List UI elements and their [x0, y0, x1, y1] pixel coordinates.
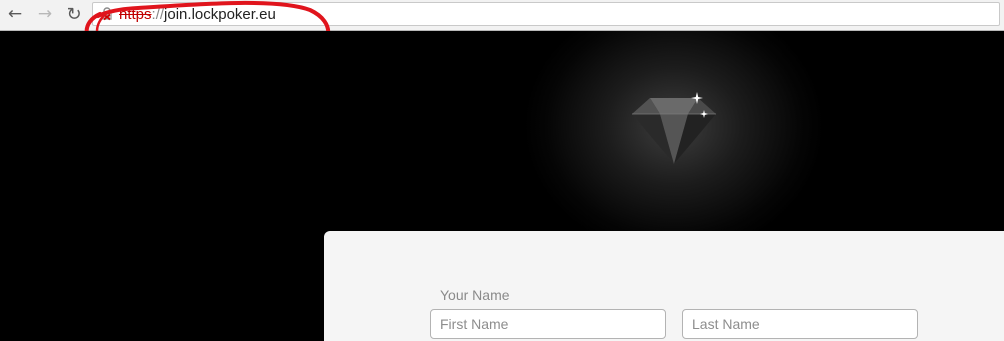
your-name-label: Your Name: [440, 287, 510, 303]
first-name-input[interactable]: [430, 309, 666, 339]
forward-arrow-icon: →: [37, 4, 53, 24]
reload-icon: ↻: [66, 3, 82, 25]
signup-form-panel: Your Name: [324, 231, 1004, 341]
hero-banner: [0, 31, 1004, 231]
reload-button[interactable]: ↻: [63, 3, 85, 25]
url-text: https://join.lockpoker.eu: [119, 6, 276, 23]
last-name-input[interactable]: [682, 309, 918, 339]
browser-toolbar: ← → ↻ https://join.lockpoker.eu: [0, 0, 1004, 31]
broken-lock-icon[interactable]: [101, 7, 113, 21]
url-scheme: https: [119, 6, 152, 23]
url-host: join.lockpoker.eu: [164, 6, 276, 23]
forward-button[interactable]: →: [34, 3, 56, 25]
diamond-icon: [632, 92, 716, 164]
url-separator: ://: [151, 6, 165, 23]
back-arrow-icon: ←: [7, 4, 23, 24]
address-bar[interactable]: https://join.lockpoker.eu: [92, 2, 1000, 26]
back-button[interactable]: ←: [4, 3, 26, 25]
